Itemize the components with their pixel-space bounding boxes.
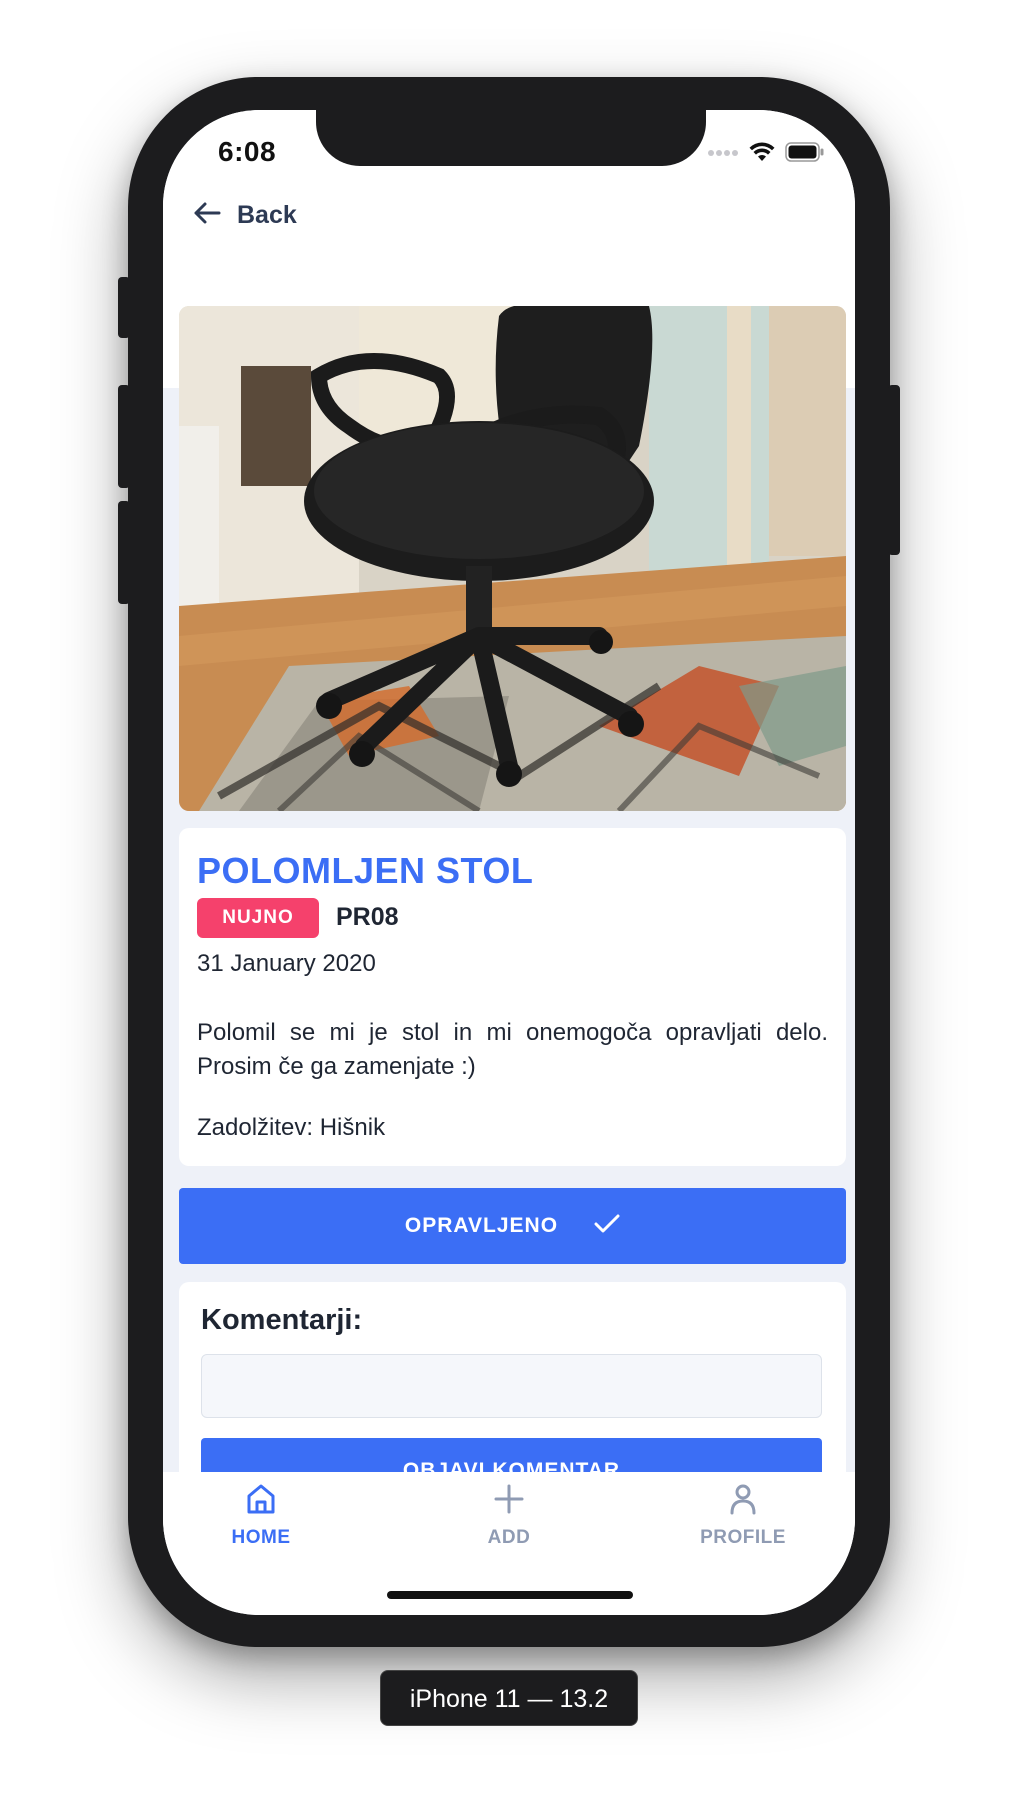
user-icon [726, 1482, 760, 1521]
plus-icon [492, 1482, 526, 1521]
issue-photo [179, 306, 846, 811]
comments-heading: Komentarji: [201, 1304, 363, 1336]
tab-add-label: ADD [487, 1527, 531, 1548]
power-button [888, 385, 900, 555]
issue-assignment: Zadolžitev: Hišnik [197, 1114, 386, 1141]
arrow-left-icon [193, 201, 221, 230]
notch [316, 110, 706, 166]
back-button[interactable]: Back [193, 201, 297, 230]
tab-add[interactable]: ADD [419, 1482, 599, 1549]
issue-detail-card: POLOMLJEN STOL NUJNO PR08 31 January 202… [179, 828, 846, 1166]
silent-switch [118, 277, 130, 338]
issue-title: POLOMLJEN STOL [197, 850, 534, 891]
comment-input[interactable] [201, 1354, 822, 1418]
back-label: Back [237, 201, 297, 229]
volume-down-button [118, 501, 130, 604]
device-label: iPhone 11 — 13.2 [380, 1670, 638, 1726]
home-icon [244, 1482, 278, 1521]
phone-screen: 6:08 Back POLOMLJEN STOL NUJNO PR08 31 J… [163, 110, 855, 1615]
status-time: 6:08 [218, 136, 277, 167]
mark-done-button[interactable]: OPRAVLJENO [179, 1188, 846, 1264]
issue-description: Polomil se mi je stol in mi onemogoča op… [197, 1019, 828, 1080]
issue-detail-content: POLOMLJEN STOL NUJNO PR08 31 January 202… [163, 288, 855, 1582]
volume-up-button [118, 385, 130, 488]
room-code: PR08 [336, 903, 399, 931]
tab-profile[interactable]: PROFILE [653, 1482, 833, 1549]
tab-home[interactable]: HOME [171, 1482, 351, 1549]
signal-icon [707, 145, 739, 163]
checkmark-icon [594, 1214, 620, 1239]
battery-icon [785, 141, 825, 167]
tab-home-label: HOME [231, 1527, 291, 1548]
tab-profile-label: PROFILE [700, 1527, 786, 1548]
done-label: OPRAVLJENO [404, 1214, 559, 1237]
home-indicator[interactable] [387, 1591, 633, 1599]
wifi-icon [749, 142, 775, 167]
priority-badge: NUJNO [197, 898, 319, 938]
status-icons [707, 141, 825, 167]
issue-date: 31 January 2020 [197, 950, 376, 977]
